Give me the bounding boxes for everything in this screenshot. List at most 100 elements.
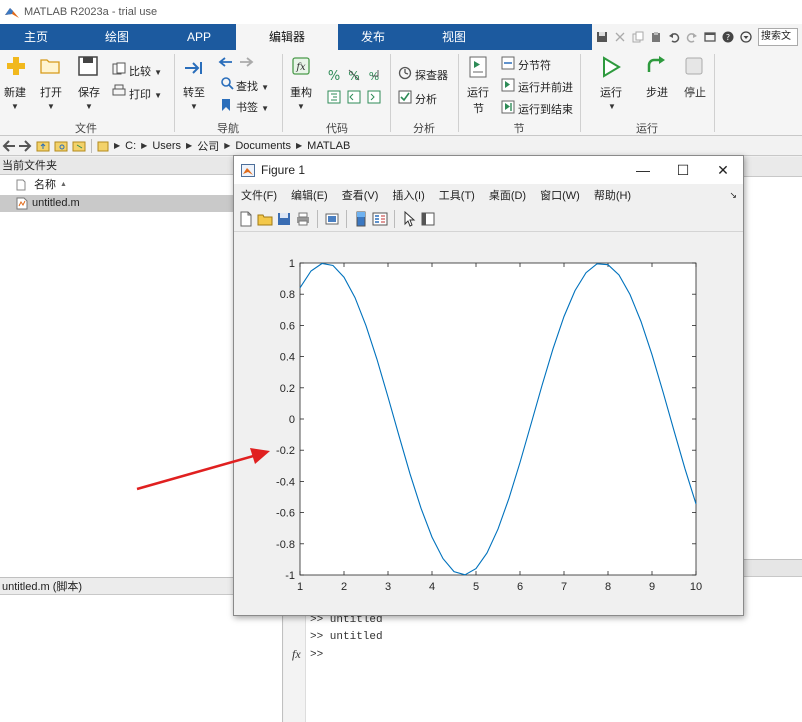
x-tick-label: 10 [690, 581, 702, 593]
run-section-button[interactable]: 运行 [467, 84, 489, 100]
stop-icon [685, 57, 703, 75]
y-tick-label: 0 [289, 414, 295, 426]
menu-desktop[interactable]: 桌面(D) [489, 187, 526, 203]
crumb-users[interactable]: Users [152, 140, 181, 152]
increase-indent-icon[interactable] [367, 90, 381, 104]
print-figure-icon[interactable] [295, 211, 311, 227]
copy-icon[interactable] [632, 31, 644, 43]
browse-folder-icon[interactable] [54, 140, 68, 152]
open-folder-icon [40, 59, 60, 74]
compare-button[interactable]: 比较 ▼ [129, 63, 162, 79]
redo-icon[interactable] [686, 31, 698, 43]
menu-file[interactable]: 文件(F) [241, 187, 277, 203]
forward-arrow-icon[interactable] [238, 56, 254, 68]
run-advance-button[interactable]: 运行并前进 [518, 79, 573, 95]
print-button[interactable]: 打印 ▼ [129, 86, 162, 102]
uncomment-icon[interactable]: % [347, 68, 361, 82]
sine-plot: 1 2 3 4 5 6 7 8 9 10 -1 -0.8 -0.6 -0.4 -0.2 0 0.2 0.4 0.6 0… [276, 258, 702, 593]
back-arrow-icon[interactable] [218, 56, 234, 68]
crumb-company[interactable]: 公司 [197, 138, 219, 154]
crumb-drive[interactable]: C: [125, 140, 136, 152]
find-button[interactable]: 查找 ▼ [236, 78, 269, 94]
y-tick-label: -1 [285, 570, 295, 582]
new-button[interactable]: 新建 [4, 84, 26, 100]
up-folder-icon[interactable] [36, 140, 50, 152]
refactor-button[interactable]: 重构 [290, 84, 312, 100]
menu-edit[interactable]: 编辑(E) [291, 187, 328, 203]
analyze-button[interactable]: 分析 [415, 91, 437, 107]
switch-windows-icon[interactable] [704, 31, 716, 43]
tab-editor[interactable]: 编辑器 [236, 24, 338, 50]
run-button[interactable]: 运行 [600, 84, 622, 100]
maximize-button[interactable]: ☐ [663, 156, 703, 184]
find-label: 查找 [236, 81, 258, 93]
save-dropdown-arrow[interactable]: ▼ [85, 102, 93, 111]
edit-plot-pointer-icon[interactable] [401, 210, 417, 227]
open-dropdown-arrow[interactable]: ▼ [47, 102, 55, 111]
smart-indent-icon[interactable] [327, 90, 341, 104]
tab-home[interactable]: 主页 [0, 24, 72, 50]
tab-view[interactable]: 视图 [408, 24, 500, 50]
comment-icon[interactable]: % [327, 68, 341, 82]
run-section-label-2: 节 [473, 103, 484, 115]
editor-ribbon: 新建 ▼ 打开 ▼ 保存 ▼ 比较 ▼ 打印 ▼ 文件 转至 ▼ 查找 ▼ 书签… [0, 50, 802, 136]
step-button[interactable]: 步进 [646, 84, 668, 100]
y-tick-label: 0.8 [280, 289, 295, 301]
stop-button[interactable]: 停止 [684, 84, 706, 100]
menu-window[interactable]: 窗口(W) [540, 187, 580, 203]
wrap-comment-icon[interactable]: % [367, 68, 381, 82]
figure-toolbar [234, 206, 743, 232]
menu-tools[interactable]: 工具(T) [439, 187, 475, 203]
cut-icon[interactable] [614, 31, 626, 43]
menu-view[interactable]: 查看(V) [342, 187, 379, 203]
ribbon-divider [458, 54, 459, 132]
command-prompt[interactable]: >> [310, 649, 323, 661]
crumb-matlab[interactable]: MATLAB [307, 140, 350, 152]
goto-button[interactable]: 转至 [183, 84, 205, 100]
run-to-end-icon [501, 100, 515, 114]
crumb-separator-icon: ▶ [186, 141, 193, 150]
save-figure-icon[interactable] [276, 211, 292, 227]
refactor-dropdown-arrow[interactable]: ▼ [297, 102, 305, 111]
undo-icon[interactable] [668, 31, 680, 43]
minimize-button[interactable]: — [623, 156, 663, 184]
x-tick-label: 5 [473, 581, 479, 593]
crumb-documents[interactable]: Documents [235, 140, 291, 152]
tab-plots[interactable]: 绘图 [72, 24, 162, 50]
function-browser-icon[interactable]: fx [292, 647, 301, 662]
new-figure-icon[interactable] [238, 211, 254, 227]
property-inspector-icon[interactable] [420, 211, 436, 227]
save-button[interactable]: 保存 [78, 84, 100, 100]
matlab-app: MATLAB R2023a - trial use 主页 绘图 APP 编辑器 … [0, 0, 802, 722]
new-dropdown-arrow[interactable]: ▼ [11, 102, 19, 111]
paste-icon[interactable] [650, 31, 662, 43]
help-icon[interactable]: ? [722, 31, 734, 43]
back-icon[interactable] [2, 139, 16, 152]
options-icon[interactable] [740, 31, 752, 43]
decrease-indent-icon[interactable] [347, 90, 361, 104]
insert-legend-icon[interactable] [372, 211, 388, 227]
profiler-button[interactable]: 探查器 [415, 67, 448, 83]
menu-help[interactable]: 帮助(H) [594, 187, 631, 203]
run-dropdown-arrow[interactable]: ▼ [608, 102, 616, 111]
open-button[interactable]: 打开 [40, 84, 62, 100]
find-icon [221, 77, 234, 90]
search-folder-icon[interactable] [72, 140, 86, 152]
tab-apps[interactable]: APP [162, 24, 236, 50]
search-input[interactable]: 搜索文 [758, 28, 798, 46]
x-tick-label: 9 [649, 581, 655, 593]
menu-insert[interactable]: 插入(I) [392, 187, 424, 203]
link-plot-icon[interactable] [324, 211, 340, 227]
x-tick-label: 2 [341, 581, 347, 593]
run-to-end-button[interactable]: 运行到结束 [518, 101, 573, 117]
tab-publish[interactable]: 发布 [338, 24, 408, 50]
insert-colorbar-icon[interactable] [353, 211, 369, 227]
close-button[interactable]: ✕ [703, 156, 743, 184]
bookmark-button[interactable]: 书签 ▼ [236, 99, 269, 115]
forward-icon[interactable] [18, 139, 32, 152]
goto-dropdown-arrow[interactable]: ▼ [190, 102, 198, 111]
section-break-button[interactable]: 分节符 [518, 57, 551, 73]
open-file-icon[interactable] [257, 211, 273, 227]
menubar-overflow-icon[interactable]: ↘ [729, 190, 737, 201]
save-icon[interactable] [596, 31, 608, 43]
